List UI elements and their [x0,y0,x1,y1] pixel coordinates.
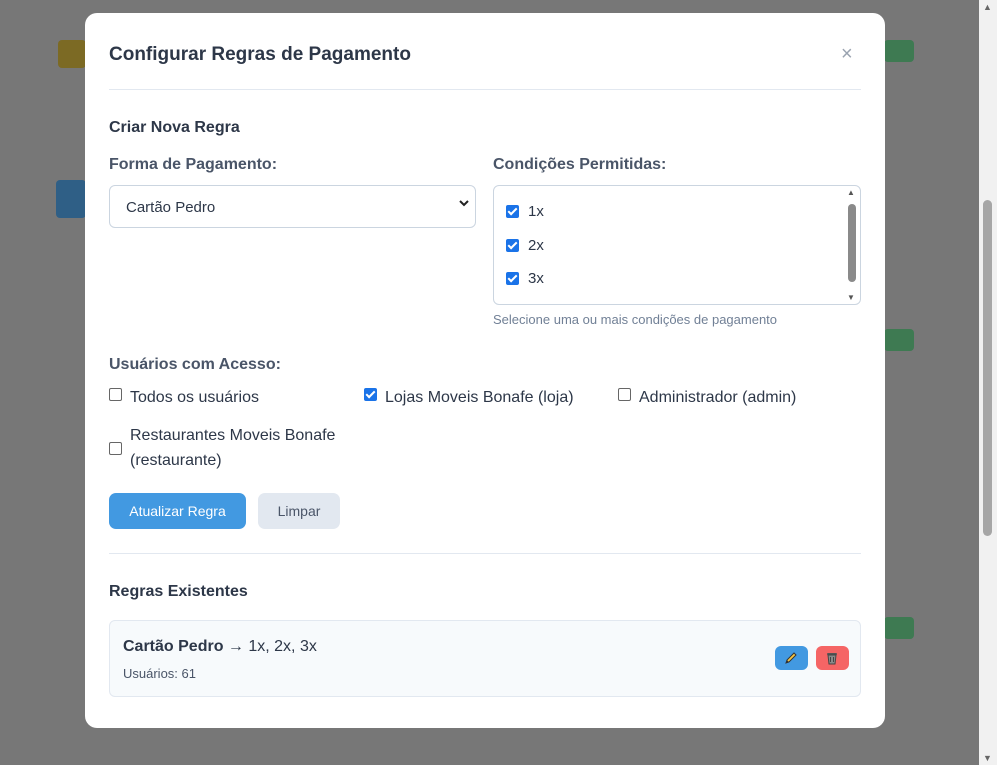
scroll-up-arrow-icon[interactable]: ▲ [847,188,855,197]
page-scrollbar[interactable]: ▲ ▼ [979,0,997,765]
scroll-thumb[interactable] [983,200,992,536]
users-access-label: Usuários com Acesso: [109,356,281,373]
user-option-label-line2: (restaurante) [130,452,222,469]
payment-method-select[interactable]: Cartão Pedro [109,185,476,228]
scroll-down-arrow-icon[interactable]: ▼ [983,753,992,763]
checkbox-unchecked[interactable] [109,442,122,455]
user-option-label: Todos os usuários [130,389,259,406]
conditions-hint: Selecione uma ou mais condições de pagam… [493,312,778,327]
clear-button[interactable]: Limpar [258,493,340,529]
rule-users: Usuários: 61 [123,666,196,681]
checkbox-checked[interactable] [506,239,519,252]
condition-label: 3x [528,270,544,287]
conditions-list[interactable]: 1x 2x 3x ▲ ▼ [493,185,861,305]
rule-title: Cartão Pedro → 1x, 2x, 3x [123,638,317,656]
section-divider [109,553,861,554]
payment-method-value: Cartão Pedro [126,199,216,216]
background-status-badge [884,40,914,62]
payment-rules-modal: Configurar Regras de Pagamento × Criar N… [85,13,885,728]
header-divider [109,89,861,90]
checkbox-unchecked[interactable] [618,388,631,401]
trash-icon [827,653,837,665]
edit-rule-button[interactable] [775,646,808,670]
checkbox-unchecked[interactable] [109,388,122,401]
user-option-label: Administrador (admin) [639,389,797,406]
condition-option-1x[interactable]: 1x [506,203,544,222]
checkbox-checked[interactable] [364,388,377,401]
scroll-up-arrow-icon[interactable]: ▲ [983,2,992,12]
background-status-badge [884,329,914,351]
chevron-down-icon [459,196,469,211]
background-badge-yellow [58,40,86,68]
condition-label: 1x [528,203,544,220]
condition-label: 2x [528,237,544,254]
checkbox-checked[interactable] [506,272,519,285]
rule-card: Cartão Pedro → 1x, 2x, 3x Usuários: 61 [109,620,861,697]
rule-conditions: → 1x, 2x, 3x [223,638,317,655]
payment-method-label: Forma de Pagamento: [109,156,278,173]
conditions-scroll-thumb[interactable] [848,204,856,282]
update-rule-button[interactable]: Atualizar Regra [109,493,246,529]
condition-option-3x[interactable]: 3x [506,270,544,289]
condition-option-2x[interactable]: 2x [506,237,544,256]
background-status-badge [884,617,914,639]
background-button [56,180,86,218]
modal-title: Configurar Regras de Pagamento [109,44,411,65]
scroll-down-arrow-icon[interactable]: ▼ [847,293,855,302]
allowed-conditions-label: Condições Permitidas: [493,156,667,173]
checkbox-checked[interactable] [506,205,519,218]
existing-rules-title: Regras Existentes [109,583,248,600]
user-option-label-line1: Restaurantes Moveis Bonafe [130,427,336,444]
delete-rule-button[interactable] [816,646,849,670]
close-icon[interactable]: × [841,43,853,66]
create-rule-title: Criar Nova Regra [109,119,240,136]
user-option-label: Lojas Moveis Bonafe (loja) [385,389,574,406]
pencil-icon [785,652,797,664]
rule-payment-name: Cartão Pedro [123,638,224,655]
conditions-scrollbar[interactable]: ▲ ▼ [846,188,858,302]
